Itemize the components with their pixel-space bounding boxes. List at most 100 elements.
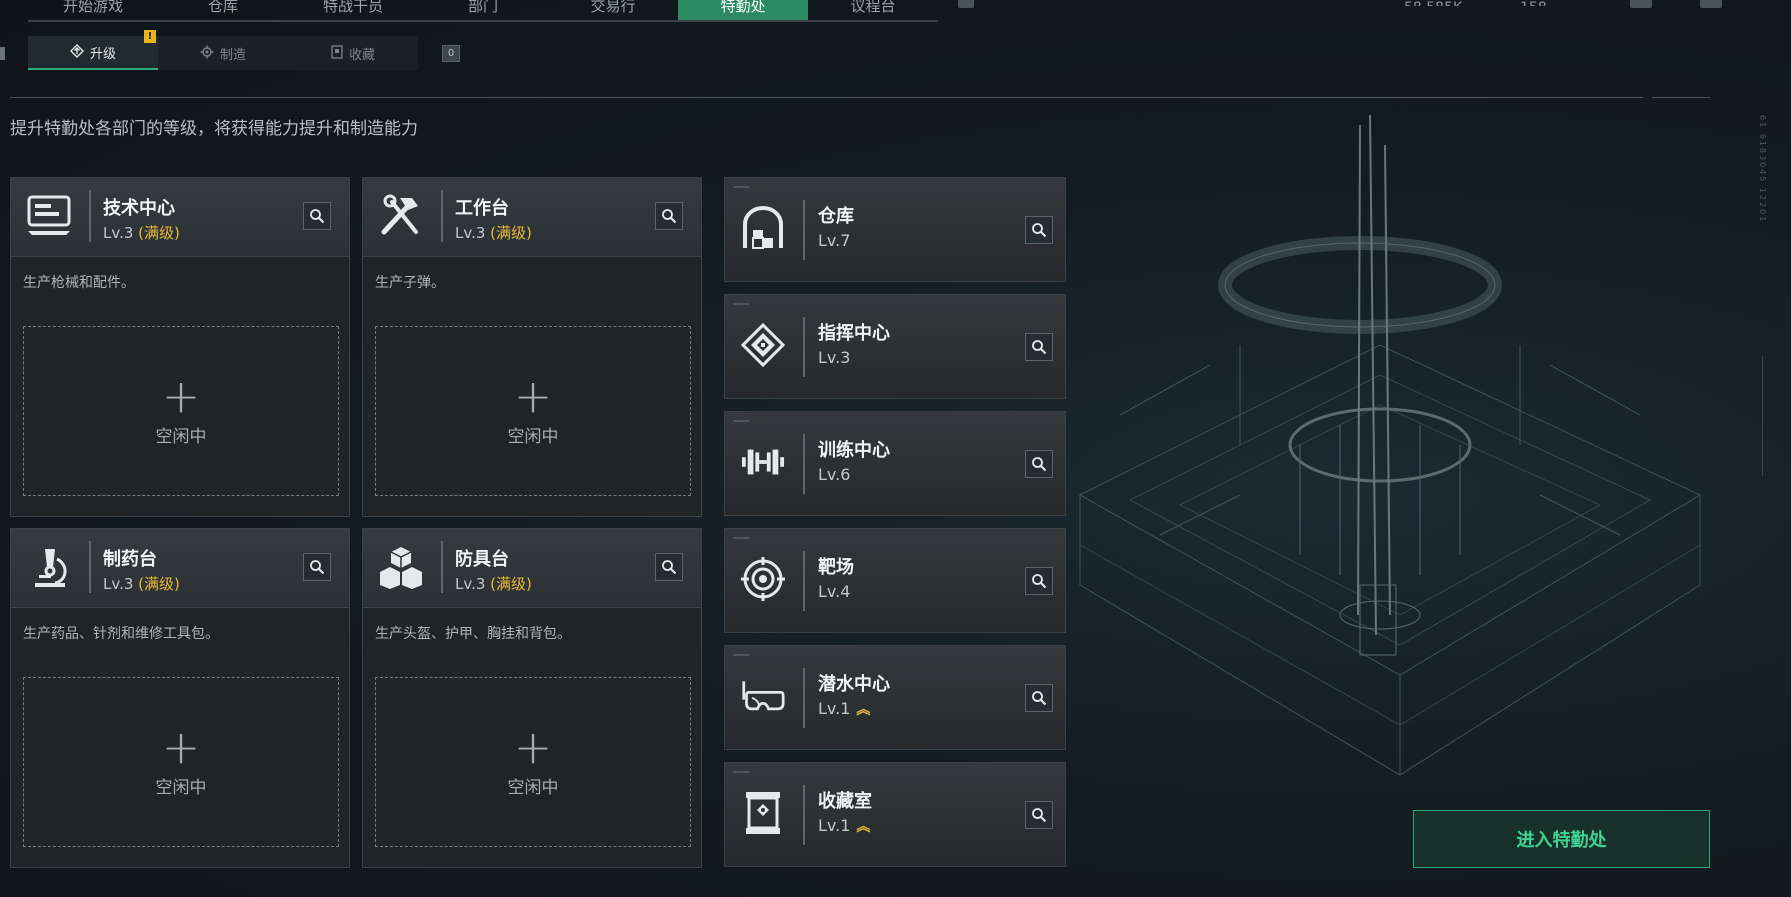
facility-name: 技术中心 — [103, 198, 175, 219]
production-slot[interactable]: + 空闲中 — [23, 677, 339, 847]
max-level-tag: (满级) — [138, 575, 180, 593]
tab-special-ops[interactable]: 特勤处 — [678, 0, 808, 20]
facility-training-center[interactable]: 训练中心 Lv.6 — [724, 411, 1066, 516]
enter-special-ops-button[interactable]: 进入特勤处 — [1413, 810, 1710, 868]
tab-department[interactable]: 部门 — [418, 0, 548, 20]
tab-warehouse[interactable]: 仓库 — [158, 0, 288, 20]
max-level-tag: (满级) — [138, 224, 180, 242]
facility-description: 生产头盔、护甲、胸挂和背包。 — [375, 626, 571, 642]
max-level-tag: (满级) — [490, 575, 532, 593]
search-button[interactable] — [1025, 450, 1053, 478]
sub-nav: 升级 ! 制造 收藏 — [28, 30, 418, 70]
settings-icon[interactable] — [1700, 0, 1722, 8]
facility-name: 训练中心 — [818, 440, 890, 461]
facility-warehouse[interactable]: 仓库 Lv.7 — [724, 177, 1066, 282]
search-icon — [310, 209, 325, 224]
separator — [441, 541, 443, 593]
tab-operators[interactable]: 特战干员 — [288, 0, 418, 20]
facility-level: Lv.3 (满级) — [455, 575, 532, 593]
facility-command-center[interactable]: 指挥中心 Lv.3 — [724, 294, 1066, 399]
search-button[interactable] — [655, 553, 683, 581]
search-button[interactable] — [1025, 567, 1053, 595]
facility-level: Lv.1 ︽ — [818, 816, 870, 835]
search-icon — [1032, 808, 1047, 823]
hammer-wrench-icon — [377, 194, 425, 238]
warning-badge: ! — [144, 30, 156, 43]
facility-level: Lv.1 ︽ — [818, 699, 870, 718]
slot-status: 空闲中 — [507, 777, 559, 798]
tab-agenda[interactable]: 议程台 — [808, 0, 938, 20]
search-icon — [1032, 223, 1047, 238]
upgrade-icon — [69, 43, 84, 61]
tab-market[interactable]: 交易行 — [548, 0, 678, 20]
production-slot[interactable]: + 空闲中 — [23, 326, 339, 496]
tab-start-game[interactable]: 开始游戏 — [28, 0, 158, 20]
computer-icon — [25, 194, 73, 238]
search-button[interactable] — [303, 553, 331, 581]
search-button[interactable] — [303, 202, 331, 230]
card-header: 工作台 Lv.3 (满级) — [363, 178, 701, 257]
subtab-craft[interactable]: 制造 — [158, 36, 288, 70]
add-icon: + — [161, 368, 201, 423]
facility-level: Lv.3 (满级) — [103, 575, 180, 593]
currency-display-1: 58,585K — [1404, 0, 1462, 6]
facility-shooting-range[interactable]: 靶场 Lv.4 — [724, 528, 1066, 633]
card-header: 防具台 Lv.3 (满级) — [363, 529, 701, 608]
decor-line — [733, 771, 749, 773]
divider — [10, 97, 1643, 98]
microscope-icon — [25, 545, 73, 589]
facility-collection-room[interactable]: 收藏室 Lv.1 ︽ — [724, 762, 1066, 867]
currency-display-2: 158 — [1520, 0, 1547, 6]
subtab-collection[interactable]: 收藏 — [288, 36, 418, 70]
facility-name: 靶场 — [818, 557, 854, 578]
side-code: 61 6183045 12201 — [1758, 115, 1767, 224]
slot-status: 空闲中 — [155, 777, 207, 798]
command-center-icon — [741, 323, 785, 367]
facility-name: 指挥中心 — [818, 323, 890, 344]
search-button[interactable] — [1025, 333, 1053, 361]
decor-line — [733, 303, 749, 305]
armor-boxes-icon — [377, 545, 425, 589]
search-button[interactable] — [655, 202, 683, 230]
facility-level: Lv.6 — [818, 465, 851, 484]
search-icon — [1032, 691, 1047, 706]
separator — [803, 551, 805, 611]
subtab-upgrade[interactable]: 升级 ! — [28, 30, 158, 70]
slot-status: 空闲中 — [155, 426, 207, 447]
search-icon — [1032, 574, 1047, 589]
add-icon: + — [513, 368, 553, 423]
search-button[interactable] — [1025, 216, 1053, 244]
upgrade-available-icon: ︽ — [856, 702, 870, 718]
search-button[interactable] — [1025, 801, 1053, 829]
prev-key-indicator — [0, 47, 5, 60]
facility-description: 生产药品、针剂和维修工具包。 — [23, 626, 219, 642]
card-tech-center[interactable]: 技术中心 Lv.3 (满级) 生产枪械和配件。 + 空闲中 — [10, 177, 350, 517]
facility-dive-center[interactable]: 潜水中心 Lv.1 ︽ — [724, 645, 1066, 750]
display-case-icon — [741, 791, 785, 835]
add-icon: + — [161, 719, 201, 774]
facility-level: Lv.3 (满级) — [455, 224, 532, 242]
mail-icon[interactable] — [1630, 0, 1652, 8]
separator — [89, 190, 91, 242]
top-nav: 开始游戏 仓库 特战干员 部门 交易行 特勤处 议程台 — [28, 0, 938, 22]
dumbbell-icon — [741, 440, 785, 484]
max-level-tag: (满级) — [490, 224, 532, 242]
target-icon — [741, 557, 785, 601]
facility-level: Lv.3 (满级) — [103, 224, 180, 242]
slot-status: 空闲中 — [507, 426, 559, 447]
base-wireframe-illustration — [1078, 115, 1702, 776]
page-subtitle: 提升特勤处各部门的等级，将获得能力提升和制造能力 — [10, 119, 418, 139]
search-button[interactable] — [1025, 684, 1053, 712]
separator — [803, 200, 805, 260]
production-slot[interactable]: + 空闲中 — [375, 326, 691, 496]
production-slot[interactable]: + 空闲中 — [375, 677, 691, 847]
separator — [803, 668, 805, 728]
card-armor-bench[interactable]: 防具台 Lv.3 (满级) 生产头盔、护甲、胸挂和背包。 + 空闲中 — [362, 528, 702, 868]
upgrade-available-icon: ︽ — [856, 819, 870, 835]
separator — [441, 190, 443, 242]
decor-line — [733, 654, 749, 656]
divider — [1762, 356, 1763, 476]
facility-level: Lv.3 — [818, 348, 851, 367]
card-pharmacy[interactable]: 制药台 Lv.3 (满级) 生产药品、针剂和维修工具包。 + 空闲中 — [10, 528, 350, 868]
card-workbench[interactable]: 工作台 Lv.3 (满级) 生产子弹。 + 空闲中 — [362, 177, 702, 517]
